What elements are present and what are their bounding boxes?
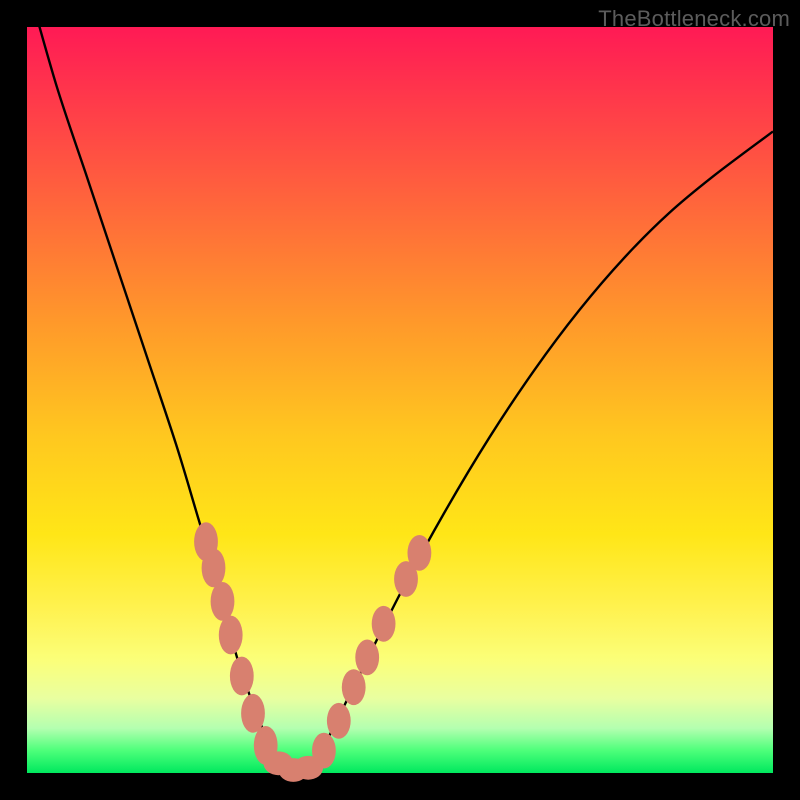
chart-marker — [327, 703, 351, 739]
chart-marker — [211, 582, 235, 621]
chart-frame: TheBottleneck.com — [0, 0, 800, 800]
chart-svg — [27, 27, 773, 773]
chart-plot-area — [27, 27, 773, 773]
chart-marker — [202, 549, 226, 588]
chart-marker — [342, 669, 366, 705]
chart-markers — [194, 522, 431, 782]
chart-marker — [372, 606, 396, 642]
watermark-text: TheBottleneck.com — [598, 6, 790, 32]
bottleneck-curve — [27, 0, 773, 773]
chart-marker — [230, 657, 254, 696]
chart-marker — [219, 616, 243, 655]
chart-marker — [408, 535, 432, 571]
chart-marker — [241, 694, 265, 733]
chart-marker — [312, 733, 336, 769]
chart-marker — [355, 640, 379, 676]
